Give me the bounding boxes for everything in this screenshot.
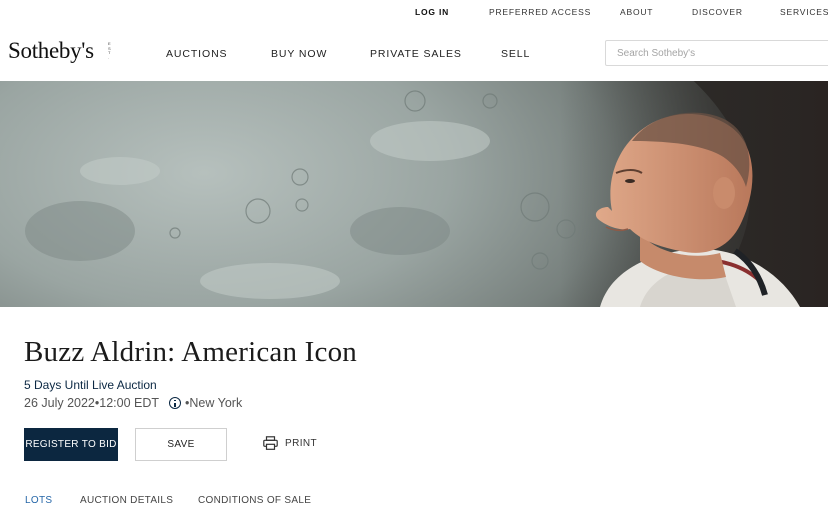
tab-conditions-of-sale[interactable]: CONDITIONS OF SALE [198, 495, 311, 506]
tab-lots[interactable]: LOTS [25, 495, 52, 506]
auction-title: Buzz Aldrin: American Icon [24, 336, 357, 368]
nav-private-sales[interactable]: PRIVATE SALES [370, 48, 462, 60]
printer-icon [263, 436, 278, 450]
hero-image [0, 81, 828, 307]
logo-est-char: . [108, 54, 110, 60]
tab-auction-details[interactable]: AUCTION DETAILS [80, 495, 173, 506]
logo-est-char: T [108, 50, 111, 56]
main-header: Sotheby's E S T . AUCTIONS BUY NOW PRIVA… [0, 25, 828, 82]
register-to-bid-button[interactable]: REGISTER TO BID [24, 428, 118, 461]
nav-sell[interactable]: SELL [501, 48, 530, 60]
nav-buy-now[interactable]: BUY NOW [271, 48, 327, 60]
login-link[interactable]: LOG IN [415, 7, 449, 17]
nav-auctions[interactable]: AUCTIONS [166, 48, 227, 60]
print-label: PRINT [285, 437, 317, 449]
search-input[interactable] [605, 40, 828, 66]
preferred-access-link[interactable]: PREFERRED ACCESS [489, 7, 591, 17]
auction-location: •New York [185, 396, 243, 410]
hero-moon-astronaut-illustration [0, 81, 828, 307]
auction-countdown: 5 Days Until Live Auction [24, 378, 157, 392]
print-button[interactable]: PRINT [263, 436, 317, 450]
utility-nav: LOG IN PREFERRED ACCESS ABOUT DISCOVER S… [0, 0, 828, 25]
auction-date: 26 July 2022•12:00 EDT [24, 396, 160, 410]
about-link[interactable]: ABOUT [620, 7, 653, 17]
sothebys-logo[interactable]: Sotheby's [8, 38, 94, 64]
info-icon[interactable] [169, 397, 182, 409]
logo-est-mark: E S T . [108, 42, 116, 60]
discover-link[interactable]: DISCOVER [692, 7, 743, 17]
save-button[interactable]: SAVE [135, 428, 227, 461]
services-link[interactable]: SERVICES [780, 7, 828, 17]
auction-dateline: 26 July 2022•12:00 EDT •New York [24, 396, 242, 410]
